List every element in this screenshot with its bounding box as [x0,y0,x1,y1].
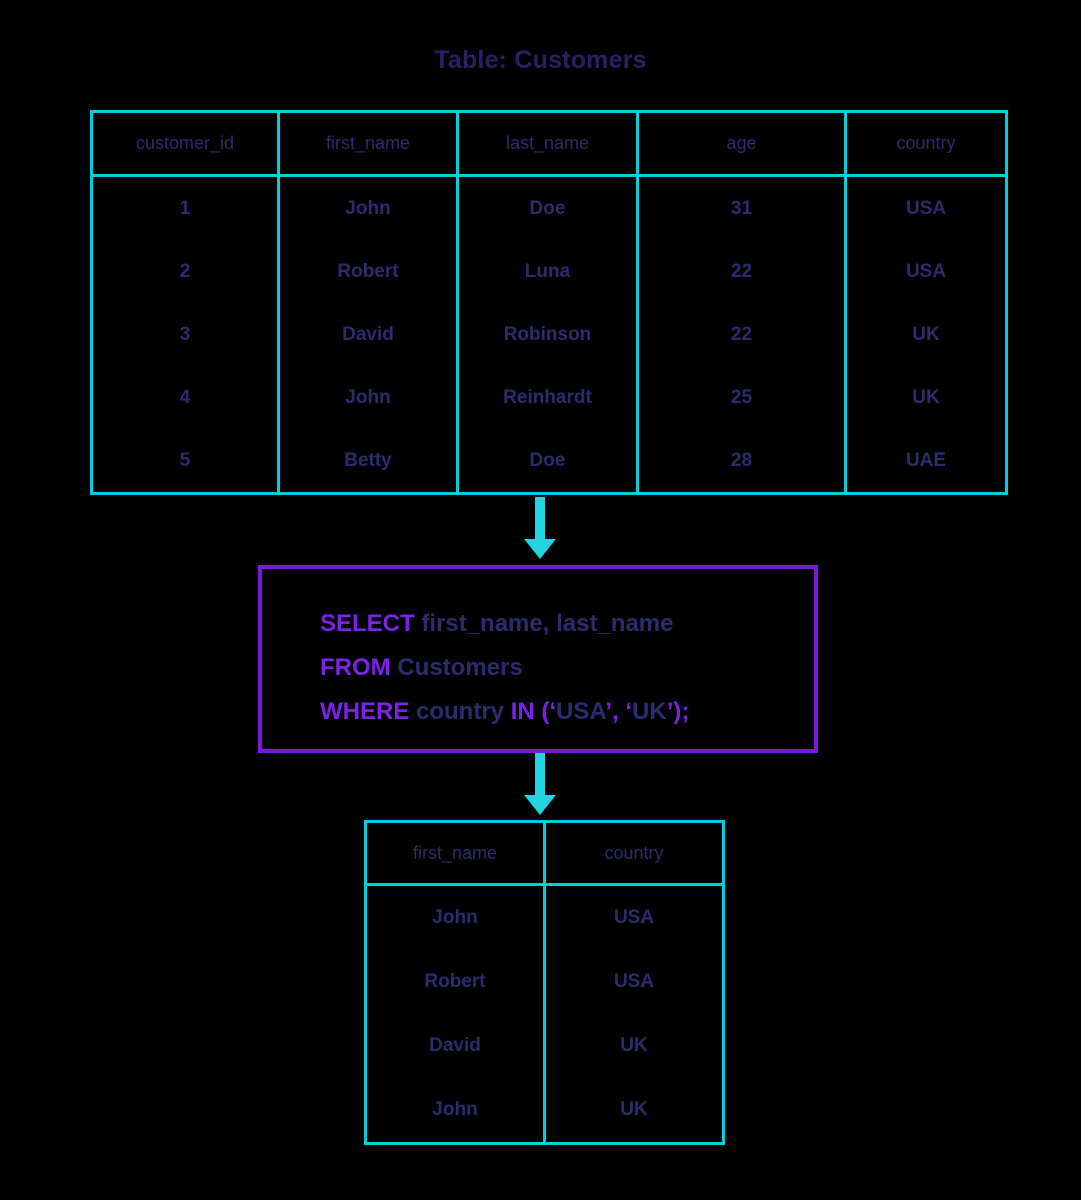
result-row: David UK [364,1014,725,1078]
arrow-head [524,795,556,815]
source-table: customer_id first_name last_name age cou… [90,110,1008,495]
sql-literal-uk: UK [632,698,667,725]
result-cell-country: USA [543,884,725,950]
cell-customer-id: 1 [90,175,280,240]
result-table: first_name country John USA Robert USA D… [364,820,725,1145]
table-row: 3 David Robinson 22 UK [90,303,1008,366]
cell-last-name: Robinson [456,303,639,366]
result-header-row: first_name country [364,820,725,886]
column-header-customer-id: customer_id [90,110,280,177]
result-row: John USA [364,884,725,950]
sql-line-select: SELECT first_name, last_name [320,602,689,646]
result-cell-first-name: John [364,1078,546,1145]
sql-keyword-select: SELECT [320,610,415,637]
result-column-header-first-name: first_name [364,820,546,886]
sql-query-box: SELECT first_name, last_name FROM Custom… [258,565,818,753]
sql-keyword-from: FROM [320,654,391,681]
cell-age: 22 [636,303,847,366]
result-cell-country: UK [543,1078,725,1145]
result-column-header-country: country [543,820,725,886]
sql-literal-separator: ’, ‘ [605,698,633,725]
cell-customer-id: 4 [90,366,280,429]
result-cell-first-name: David [364,1014,546,1078]
result-cell-country: UK [543,1014,725,1078]
sql-line-where: WHERE country IN (‘USA’, ‘UK’); [320,690,689,734]
sql-where-column: country [409,698,511,725]
column-header-age: age [636,110,847,177]
cell-age: 28 [636,429,847,495]
cell-customer-id: 2 [90,240,280,303]
sql-line-from: FROM Customers [320,646,689,690]
result-cell-first-name: Robert [364,950,546,1014]
table-row: 2 Robert Luna 22 USA [90,240,1008,303]
cell-last-name: Luna [456,240,639,303]
result-cell-first-name: John [364,884,546,950]
result-row: Robert USA [364,950,725,1014]
cell-country: USA [844,240,1008,303]
cell-country: USA [844,175,1008,240]
table-row: 1 John Doe 31 USA [90,175,1008,240]
cell-age: 25 [636,366,847,429]
column-header-country: country [844,110,1008,177]
cell-customer-id: 5 [90,429,280,495]
column-header-last-name: last_name [456,110,639,177]
cell-first-name: John [277,366,459,429]
arrow-down-icon [524,497,556,559]
cell-last-name: Doe [456,429,639,495]
cell-first-name: Betty [277,429,459,495]
arrow-shaft [535,753,545,795]
result-cell-country: USA [543,950,725,1014]
arrow-down-icon [524,753,556,815]
cell-first-name: John [277,175,459,240]
cell-country: UAE [844,429,1008,495]
cell-customer-id: 3 [90,303,280,366]
sql-from-table: Customers [390,654,523,681]
sql-close-paren: ’); [666,698,690,725]
arrow-head [524,539,556,559]
table-row: 5 Betty Doe 28 UAE [90,429,1008,495]
cell-last-name: Doe [456,175,639,240]
sql-literal-usa: USA [556,698,606,725]
cell-first-name: David [277,303,459,366]
cell-age: 22 [636,240,847,303]
table-header-row: customer_id first_name last_name age cou… [90,110,1008,177]
cell-country: UK [844,366,1008,429]
sql-query-text: SELECT first_name, last_name FROM Custom… [320,602,689,734]
column-header-first-name: first_name [277,110,459,177]
sql-open-paren: (‘ [534,698,557,725]
cell-last-name: Reinhardt [456,366,639,429]
cell-first-name: Robert [277,240,459,303]
sql-select-columns: first_name, last_name [414,610,674,637]
result-row: John UK [364,1078,725,1145]
table-row: 4 John Reinhardt 25 UK [90,366,1008,429]
sql-keyword-in: IN [510,698,535,725]
cell-country: UK [844,303,1008,366]
sql-keyword-where: WHERE [320,698,410,725]
arrow-shaft [535,497,545,539]
page-title: Table: Customers [434,46,647,74]
cell-age: 31 [636,175,847,240]
